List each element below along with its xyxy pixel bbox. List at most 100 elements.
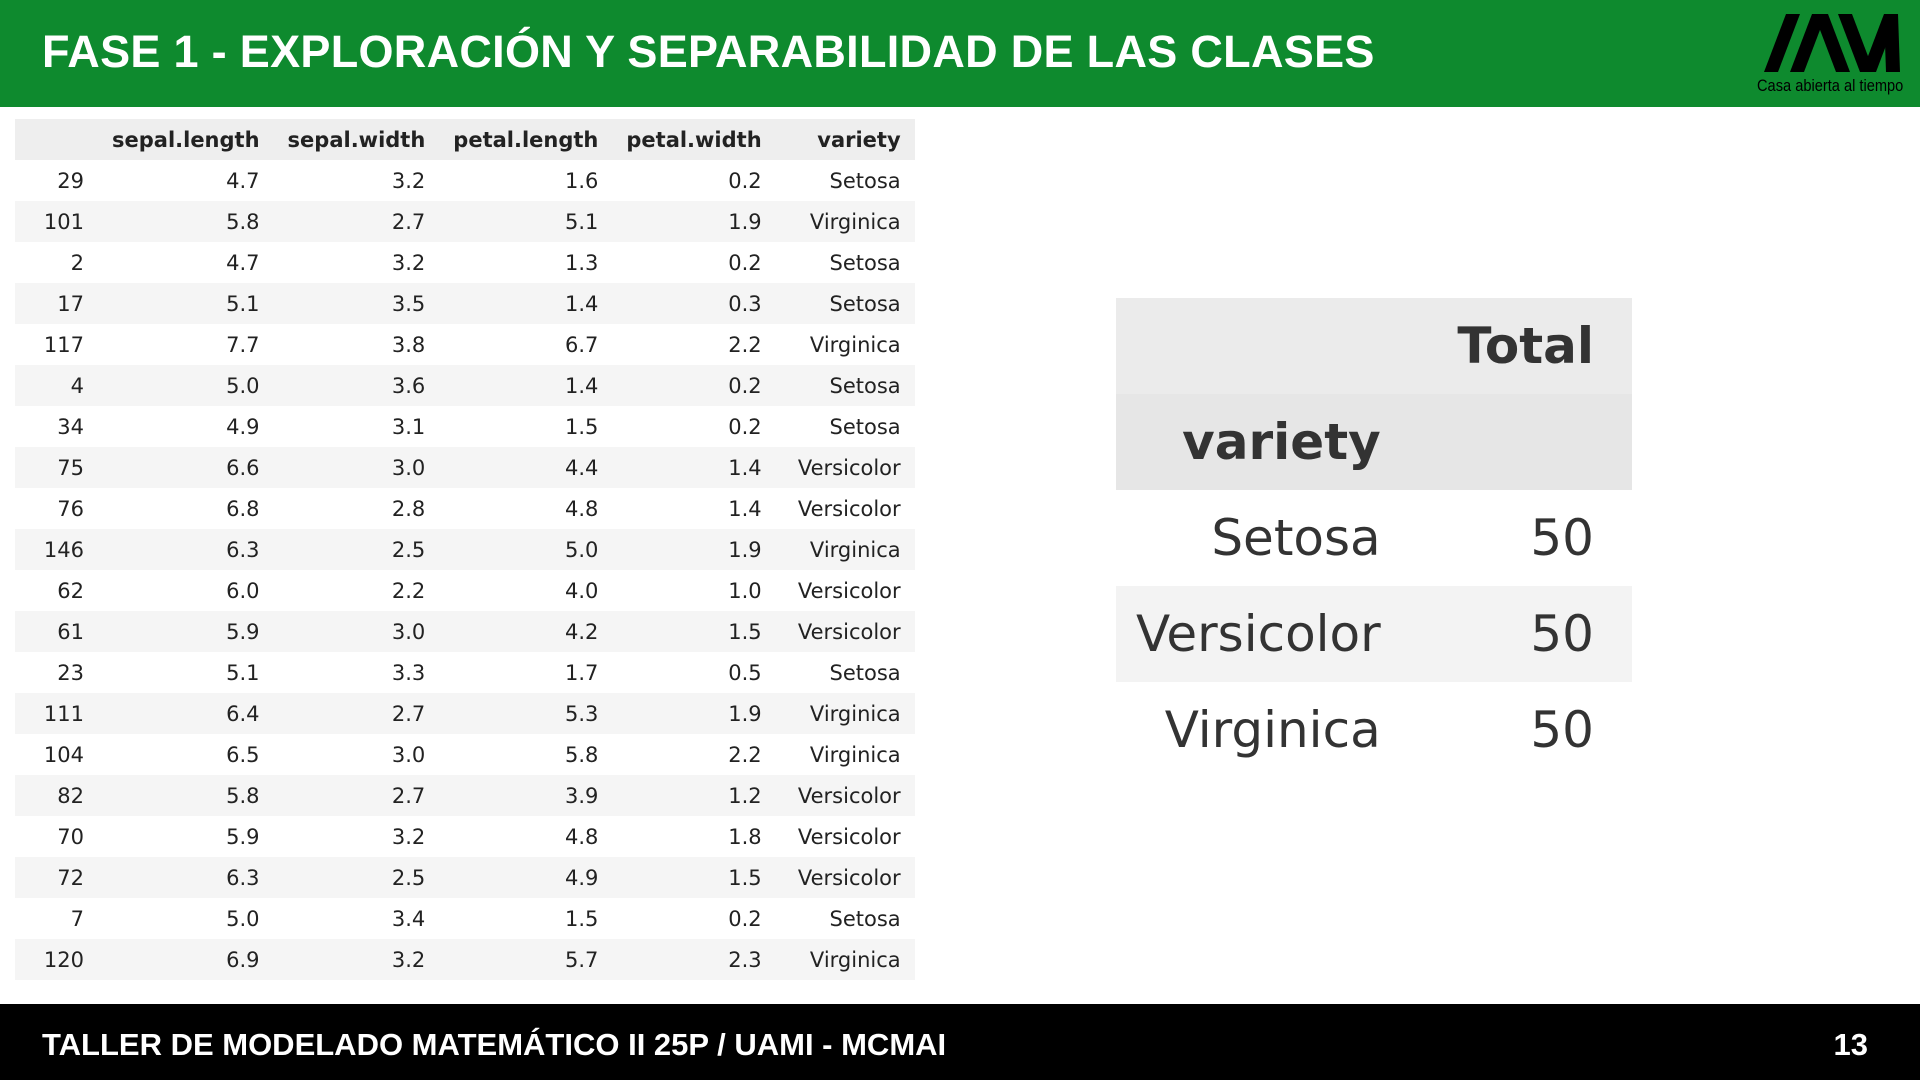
table-row: 75 6.6 3.0 4.4 1.4 Versicolor bbox=[15, 447, 915, 488]
slide-title: FASE 1 - EXPLORACIÓN Y SEPARABILIDAD DE … bbox=[42, 26, 1375, 77]
summary-body: Setosa 50 Versicolor 50 Virginica 50 bbox=[1116, 490, 1632, 778]
table-row: 104 6.5 3.0 5.8 2.2 Virginica bbox=[15, 734, 915, 775]
cell-sepal-length: 5.0 bbox=[226, 373, 260, 398]
summary-corner-cell bbox=[1116, 298, 1381, 394]
cell-sepal-width: 3.2 bbox=[391, 947, 426, 972]
cell-index: 111 bbox=[43, 701, 84, 726]
summary-index-blank bbox=[1381, 394, 1632, 490]
cell-sepal-width: 3.2 bbox=[391, 168, 426, 193]
slide-header: FASE 1 - EXPLORACIÓN Y SEPARABILIDAD DE … bbox=[0, 0, 1920, 107]
uam-logo-mark-icon bbox=[1764, 14, 1900, 72]
cell-petal-length: 5.3 bbox=[564, 701, 599, 726]
cell-index: 29 bbox=[57, 168, 84, 193]
cell-petal-length: 3.9 bbox=[564, 783, 599, 808]
uam-logo: Casa abierta al tiempo bbox=[1752, 12, 1920, 100]
variety-count-table: Total variety Setosa 50 Versicolor 50 Virgin… bbox=[1116, 298, 1632, 778]
summary-variety-label: Virginica bbox=[1164, 701, 1381, 759]
cell-petal-length: 1.4 bbox=[564, 291, 599, 316]
cell-sepal-width: 2.2 bbox=[391, 578, 426, 603]
cell-petal-width: 1.9 bbox=[728, 537, 762, 562]
cell-petal-length: 4.4 bbox=[564, 455, 599, 480]
cell-sepal-width: 2.7 bbox=[391, 783, 426, 808]
cell-petal-length: 4.8 bbox=[564, 824, 599, 849]
cell-sepal-length: 7.7 bbox=[226, 332, 260, 357]
summary-row: Virginica 50 bbox=[1116, 682, 1632, 778]
table-row: 120 6.9 3.2 5.7 2.3 Virginica bbox=[15, 939, 915, 980]
cell-petal-width: 2.2 bbox=[728, 742, 762, 767]
cell-variety: Virginica bbox=[809, 537, 901, 562]
summary-index-header: variety bbox=[1182, 413, 1381, 471]
cell-index: 17 bbox=[57, 291, 84, 316]
cell-variety: Setosa bbox=[829, 660, 901, 685]
table-row: 76 6.8 2.8 4.8 1.4 Versicolor bbox=[15, 488, 915, 529]
table-row: 70 5.9 3.2 4.8 1.8 Versicolor bbox=[15, 816, 915, 857]
cell-index: 117 bbox=[43, 332, 84, 357]
column-header-sepal-length: sepal.length bbox=[112, 127, 260, 152]
course-name: TALLER DE MODELADO MATEMÁTICO II 25P / U… bbox=[42, 1027, 947, 1062]
cell-index: 146 bbox=[43, 537, 84, 562]
cell-petal-length: 1.3 bbox=[564, 250, 599, 275]
cell-petal-width: 1.9 bbox=[728, 209, 762, 234]
cell-petal-length: 4.9 bbox=[564, 865, 599, 890]
cell-sepal-length: 5.9 bbox=[226, 619, 260, 644]
cell-variety: Versicolor bbox=[797, 455, 901, 480]
cell-petal-width: 1.4 bbox=[728, 455, 762, 480]
cell-petal-width: 1.5 bbox=[728, 865, 762, 890]
cell-sepal-length: 4.9 bbox=[226, 414, 260, 439]
cell-index: 120 bbox=[43, 947, 84, 972]
table-row: 4 5.0 3.6 1.4 0.2 Setosa bbox=[15, 365, 915, 406]
summary-count-value: 50 bbox=[1530, 509, 1594, 567]
cell-petal-length: 6.7 bbox=[564, 332, 599, 357]
summary-row: Setosa 50 bbox=[1116, 490, 1632, 586]
cell-index: 2 bbox=[70, 250, 84, 275]
cell-petal-width: 1.4 bbox=[728, 496, 762, 521]
cell-variety: Setosa bbox=[829, 414, 901, 439]
cell-petal-width: 0.2 bbox=[728, 373, 762, 398]
cell-petal-length: 4.0 bbox=[564, 578, 599, 603]
cell-index: 7 bbox=[70, 906, 84, 931]
cell-sepal-width: 3.2 bbox=[391, 824, 426, 849]
cell-petal-length: 5.7 bbox=[564, 947, 599, 972]
summary-total-header: Total bbox=[1457, 317, 1594, 375]
table-row: 82 5.8 2.7 3.9 1.2 Versicolor bbox=[15, 775, 915, 816]
cell-sepal-length: 5.1 bbox=[226, 660, 260, 685]
cell-petal-width: 1.0 bbox=[728, 578, 762, 603]
slide-footer: TALLER DE MODELADO MATEMÁTICO II 25P / U… bbox=[0, 1004, 1920, 1080]
cell-petal-width: 2.2 bbox=[728, 332, 762, 357]
cell-sepal-width: 3.4 bbox=[391, 906, 426, 931]
cell-sepal-length: 6.0 bbox=[226, 578, 260, 603]
cell-petal-length: 1.5 bbox=[564, 906, 599, 931]
cell-sepal-length: 6.6 bbox=[226, 455, 260, 480]
cell-petal-length: 4.8 bbox=[564, 496, 599, 521]
cell-sepal-length: 6.8 bbox=[226, 496, 260, 521]
cell-petal-length: 5.0 bbox=[564, 537, 599, 562]
cell-index: 101 bbox=[43, 209, 84, 234]
cell-sepal-width: 3.2 bbox=[391, 250, 426, 275]
cell-sepal-width: 3.0 bbox=[391, 619, 426, 644]
cell-petal-width: 1.8 bbox=[728, 824, 762, 849]
column-header-index bbox=[15, 119, 98, 160]
summary-variety-label: Versicolor bbox=[1136, 605, 1381, 663]
cell-sepal-width: 2.7 bbox=[391, 701, 426, 726]
summary-count-value: 50 bbox=[1530, 605, 1594, 663]
cell-petal-width: 0.2 bbox=[728, 250, 762, 275]
cell-petal-width: 0.2 bbox=[728, 906, 762, 931]
iris-sample-table: sepal.length sepal.width petal.length pe… bbox=[15, 119, 915, 980]
cell-variety: Virginica bbox=[809, 701, 901, 726]
cell-sepal-width: 3.5 bbox=[391, 291, 426, 316]
cell-variety: Versicolor bbox=[797, 824, 901, 849]
cell-variety: Setosa bbox=[829, 906, 901, 931]
cell-petal-width: 2.3 bbox=[728, 947, 762, 972]
cell-variety: Setosa bbox=[829, 250, 901, 275]
cell-petal-length: 1.6 bbox=[564, 168, 599, 193]
cell-variety: Versicolor bbox=[797, 865, 901, 890]
table-row: 72 6.3 2.5 4.9 1.5 Versicolor bbox=[15, 857, 915, 898]
cell-sepal-width: 3.3 bbox=[391, 660, 426, 685]
logo-tagline: Casa abierta al tiempo bbox=[1757, 76, 1904, 95]
table-body: 29 4.7 3.2 1.6 0.2 Setosa 101 5.8 2.7 5.1 1.9 Virgi… bbox=[15, 160, 915, 980]
cell-sepal-width: 2.7 bbox=[391, 209, 426, 234]
cell-index: 82 bbox=[57, 783, 84, 808]
summary-count-value: 50 bbox=[1530, 701, 1594, 759]
cell-sepal-width: 2.5 bbox=[391, 537, 426, 562]
summary-index-row: variety bbox=[1116, 394, 1632, 490]
